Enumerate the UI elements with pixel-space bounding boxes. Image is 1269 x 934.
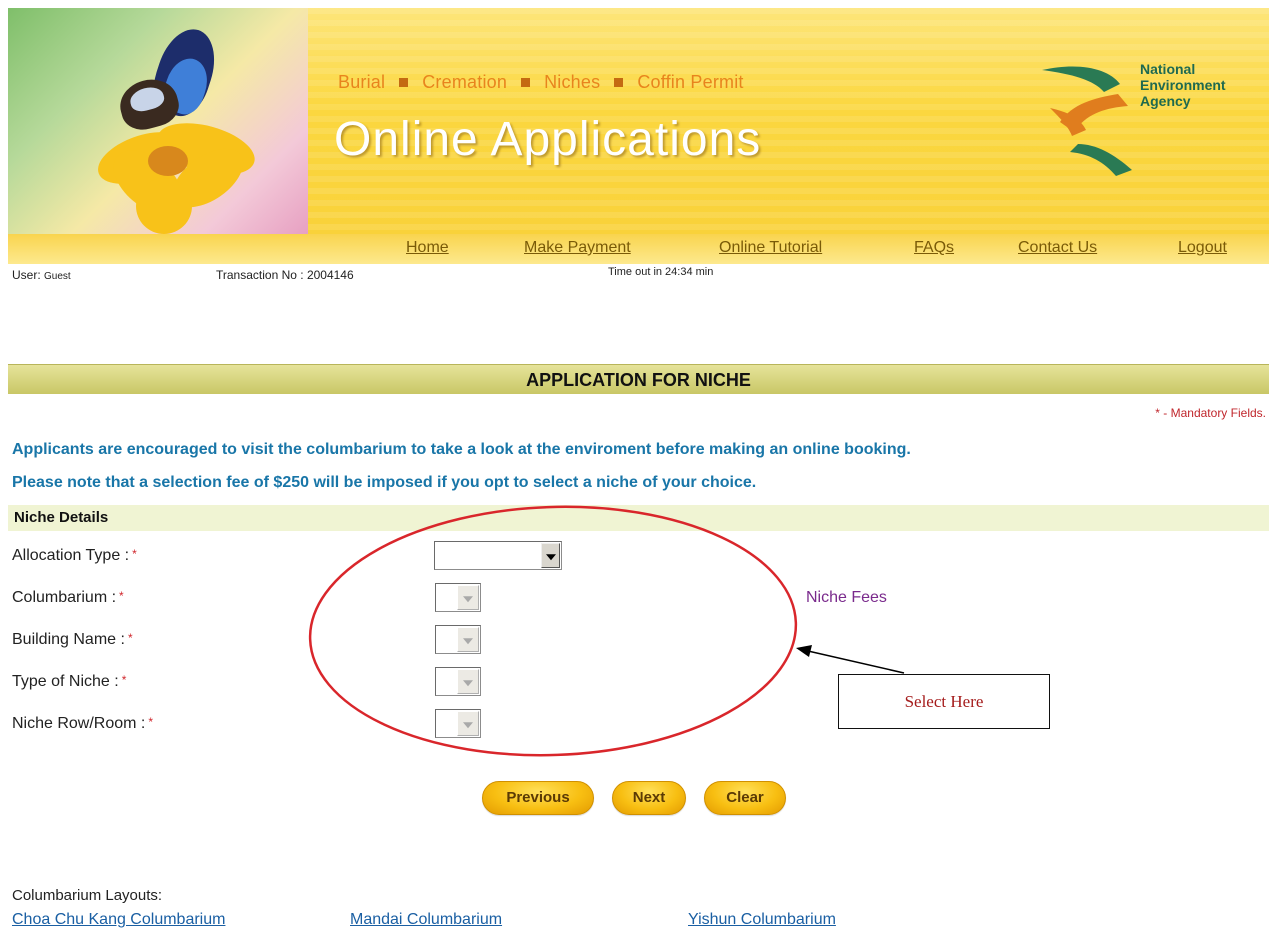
header-banner: Burial Cremation Niches Coffin Permit Onlin… [8, 8, 1269, 234]
label-text: Building Name : [12, 631, 125, 648]
nav-logout[interactable]: Logout [1178, 239, 1227, 257]
required-marker: * [127, 631, 133, 645]
columbarium-layouts-label: Columbarium Layouts: [12, 887, 163, 904]
section-title: Niche Details [14, 509, 109, 526]
agency-name: National Environment Agency [1140, 61, 1226, 109]
required-marker: * [119, 589, 124, 603]
next-button[interactable]: Next [612, 781, 686, 815]
nav-online-tutorial[interactable]: Online Tutorial [719, 239, 822, 257]
transaction-value: 2004146 [306, 268, 354, 282]
label-type-of-niche: Type of Niche : * [12, 673, 126, 691]
agency-line-1: National [1140, 61, 1196, 77]
banner-link-burial: Burial [338, 72, 386, 92]
label-allocation-type: Allocation Type : * [12, 547, 137, 565]
user-label: User: [12, 268, 41, 282]
banner-link-niches: Niches [544, 72, 601, 92]
square-bullet-icon [614, 77, 624, 87]
mandatory-fields-note: * - Mandatory Fields. [1155, 406, 1266, 420]
form-title: APPLICATION FOR NICHE [526, 370, 751, 390]
form-header: APPLICATION FOR NICHE [8, 364, 1269, 394]
niche-fees-link[interactable]: Niche Fees [806, 589, 887, 607]
required-marker: * [121, 673, 127, 687]
user-status: User: Guest [12, 268, 71, 282]
nav-make-payment[interactable]: Make Payment [524, 239, 631, 257]
allocation-type-select[interactable] [434, 541, 562, 570]
label-columbarium: Columbarium : * [12, 589, 124, 607]
nav-faqs[interactable]: FAQs [914, 239, 954, 257]
notice-selection-fee: Please note that a selection fee of $250… [12, 474, 757, 491]
notice-visit: Applicants are encouraged to visit the c… [12, 441, 911, 458]
building-name-select[interactable] [435, 625, 481, 654]
previous-button[interactable]: Previous [482, 781, 594, 815]
niche-row-room-select[interactable] [435, 709, 481, 738]
banner-link-cremation: Cremation [422, 72, 508, 92]
required-marker: * [148, 715, 154, 729]
layout-link-mandai[interactable]: Mandai Columbarium [350, 911, 502, 929]
layout-link-yishun[interactable]: Yishun Columbarium [688, 911, 836, 929]
layout-link-choa-chu-kang[interactable]: Choa Chu Kang Columbarium [12, 911, 225, 929]
banner-link-coffin-permit: Coffin Permit [637, 72, 744, 92]
transaction-status: Transaction No : 2004146 [216, 268, 354, 282]
banner-services: Burial Cremation Niches Coffin Permit [338, 72, 744, 93]
site-title: Online Applications [334, 113, 762, 166]
annotation-arrow [807, 650, 905, 674]
type-of-niche-select[interactable] [435, 667, 481, 696]
label-building-name: Building Name : * [12, 631, 133, 649]
square-bullet-icon [399, 77, 409, 87]
main-nav: Home Make Payment Online Tutorial FAQs C… [8, 234, 1269, 264]
chevron-down-icon[interactable] [457, 627, 479, 652]
square-bullet-icon [521, 77, 531, 87]
chevron-down-icon[interactable] [541, 543, 560, 568]
label-text: Type of Niche : [12, 673, 119, 690]
select-here-callout: Select Here [838, 674, 1050, 729]
transaction-label: Transaction No : [216, 268, 304, 282]
required-marker: * [132, 547, 137, 561]
chevron-down-icon[interactable] [457, 669, 479, 694]
label-text: Allocation Type : [12, 547, 130, 564]
annotation-ellipse [308, 505, 798, 757]
columbarium-select[interactable] [435, 583, 481, 612]
nea-logo [1042, 66, 1132, 176]
nav-home[interactable]: Home [406, 239, 449, 257]
nav-contact-us[interactable]: Contact Us [1018, 239, 1097, 257]
arrow-head-icon [796, 645, 812, 657]
section-niche-details: Niche Details [8, 505, 1269, 531]
butterfly-on-flower-photo [8, 8, 308, 234]
label-text: Niche Row/Room : [12, 715, 146, 732]
agency-line-2: Environment [1140, 77, 1226, 93]
user-value: Guest [44, 271, 71, 282]
chevron-down-icon[interactable] [457, 711, 479, 736]
label-text: Columbarium : [12, 589, 117, 606]
label-niche-row-room: Niche Row/Room : * [12, 715, 153, 733]
clear-button[interactable]: Clear [704, 781, 786, 815]
chevron-down-icon[interactable] [457, 585, 479, 610]
session-timeout: Time out in 24:34 min [608, 266, 714, 278]
agency-line-3: Agency [1140, 93, 1191, 109]
